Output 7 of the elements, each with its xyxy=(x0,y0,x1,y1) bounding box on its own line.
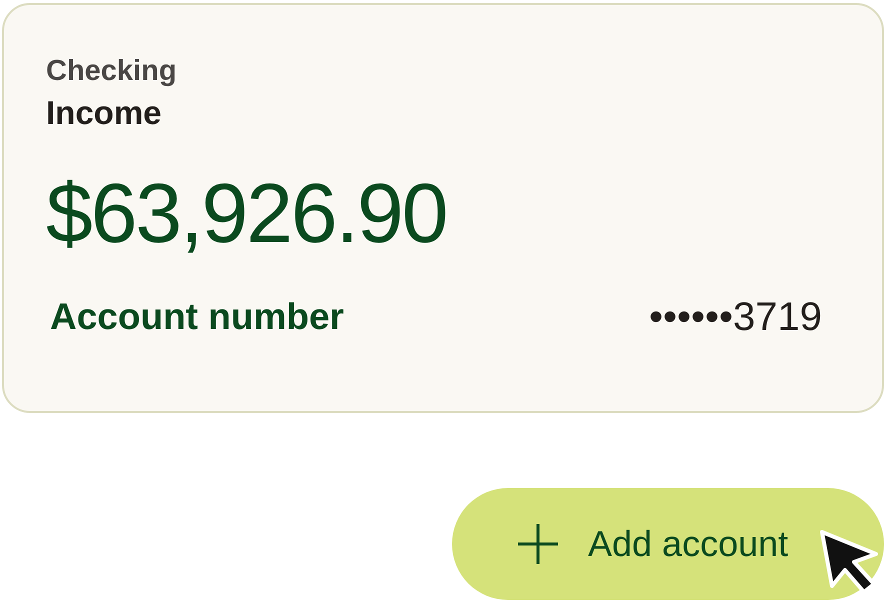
add-account-button[interactable]: Add account xyxy=(452,488,884,600)
balance: $63,926.90 xyxy=(46,165,446,262)
plus-icon xyxy=(516,522,560,566)
account-name: Income xyxy=(46,93,162,133)
account-number-label: Account number xyxy=(50,295,344,339)
account-number: ••••••3719 xyxy=(648,295,822,339)
account-type: Checking xyxy=(46,54,177,89)
